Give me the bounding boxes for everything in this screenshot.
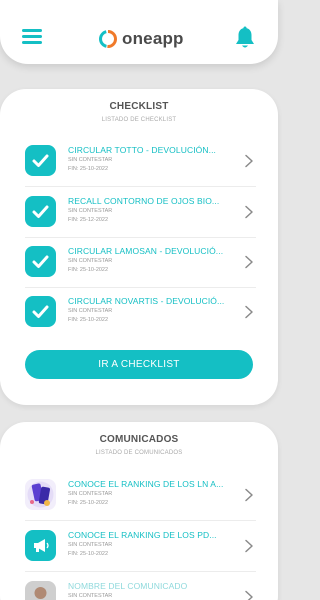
comunicado-item-date: FIN: 25-10-2022 bbox=[68, 551, 109, 557]
chevron-right-icon bbox=[245, 154, 253, 168]
chevron-right-icon bbox=[245, 205, 253, 219]
checklist-subtitle: LISTADO DE CHECKLIST bbox=[101, 117, 177, 123]
app-header: oneapp bbox=[0, 0, 278, 64]
chevron-right-icon bbox=[245, 539, 253, 553]
checklist-card: CHECKLIST LISTADO DE CHECKLIST CIRCULAR … bbox=[0, 89, 278, 405]
comunicado-item[interactable]: NOMBRE DEL COMUNICADO SIN CONTESTAR bbox=[25, 573, 256, 600]
person-photo bbox=[25, 581, 56, 600]
logo-ring-icon bbox=[99, 30, 117, 48]
checklist-item-title: CIRCULAR LAMOSAN - DEVOLUCIÓ... bbox=[68, 246, 224, 256]
comunicado-item-date: FIN: 25-10-2022 bbox=[68, 500, 109, 506]
comunicados-subtitle: LISTADO DE COMUNICADOS bbox=[95, 450, 183, 456]
comunicado-item[interactable]: CONOCE EL RANKING DE LOS PD... SIN CONTE… bbox=[25, 522, 256, 572]
checklist-item[interactable]: CIRCULAR LAMOSAN - DEVOLUCIÓ... SIN CONT… bbox=[25, 238, 256, 288]
comunicado-item-status: SIN CONTESTAR bbox=[68, 593, 113, 599]
chevron-right-icon bbox=[245, 590, 253, 600]
checklist-title: CHECKLIST bbox=[109, 101, 169, 112]
checklist-item[interactable]: CIRCULAR NOVARTIS - DEVOLUCIÓ... SIN CON… bbox=[25, 288, 256, 338]
comunicado-item-title: CONOCE EL RANKING DE LOS PD... bbox=[68, 530, 217, 540]
comunicados-title: COMUNICADOS bbox=[99, 434, 179, 445]
checklist-item[interactable]: RECALL CONTORNO DE OJOS BIO... SIN CONTE… bbox=[25, 188, 256, 238]
checklist-item-title: RECALL CONTORNO DE OJOS BIO... bbox=[68, 196, 220, 206]
checklist-item-date: FIN: 25-10-2022 bbox=[68, 267, 109, 273]
chevron-right-icon bbox=[245, 255, 253, 269]
checklist-item-status: SIN CONTESTAR bbox=[68, 258, 113, 264]
comunicado-item[interactable]: CONOCE EL RANKING DE LOS LN A... SIN CON… bbox=[25, 471, 256, 521]
checklist-item-date: FIN: 25-10-2022 bbox=[68, 317, 109, 323]
checklist-item-title: CIRCULAR NOVARTIS - DEVOLUCIÓ... bbox=[68, 296, 225, 306]
logo-text: oneapp bbox=[122, 29, 184, 48]
ranking-image bbox=[25, 479, 56, 510]
checkmark-icon bbox=[25, 246, 56, 277]
checklist-item-title: CIRCULAR TOTTO - DEVOLUCIÓN... bbox=[68, 145, 216, 155]
checklist-item-date: FIN: 25-10-2022 bbox=[68, 166, 109, 172]
bell-icon[interactable] bbox=[234, 26, 256, 50]
checklist-item[interactable]: CIRCULAR TOTTO - DEVOLUCIÓN... SIN CONTE… bbox=[25, 137, 256, 187]
comunicados-card: COMUNICADOS LISTADO DE COMUNICADOS CONOC… bbox=[0, 422, 278, 600]
app-logo: oneapp bbox=[98, 26, 184, 52]
checkmark-icon bbox=[25, 296, 56, 327]
checklist-item-status: SIN CONTESTAR bbox=[68, 157, 113, 163]
comunicado-item-title: CONOCE EL RANKING DE LOS LN A... bbox=[68, 479, 224, 489]
checklist-item-date: FIN: 25-12-2022 bbox=[68, 217, 109, 223]
comunicado-item-status: SIN CONTESTAR bbox=[68, 491, 113, 497]
comunicado-item-title: NOMBRE DEL COMUNICADO bbox=[68, 581, 188, 591]
chevron-right-icon bbox=[245, 488, 253, 502]
megaphone-icon bbox=[25, 530, 56, 561]
go-to-checklist-button[interactable]: IR A CHECKLIST bbox=[25, 350, 253, 379]
checkmark-icon bbox=[25, 196, 56, 227]
comunicado-item-status: SIN CONTESTAR bbox=[68, 542, 113, 548]
checklist-item-status: SIN CONTESTAR bbox=[68, 308, 113, 314]
chevron-right-icon bbox=[245, 305, 253, 319]
hamburger-menu-icon[interactable] bbox=[22, 29, 46, 47]
checklist-item-status: SIN CONTESTAR bbox=[68, 208, 113, 214]
checkmark-icon bbox=[25, 145, 56, 176]
